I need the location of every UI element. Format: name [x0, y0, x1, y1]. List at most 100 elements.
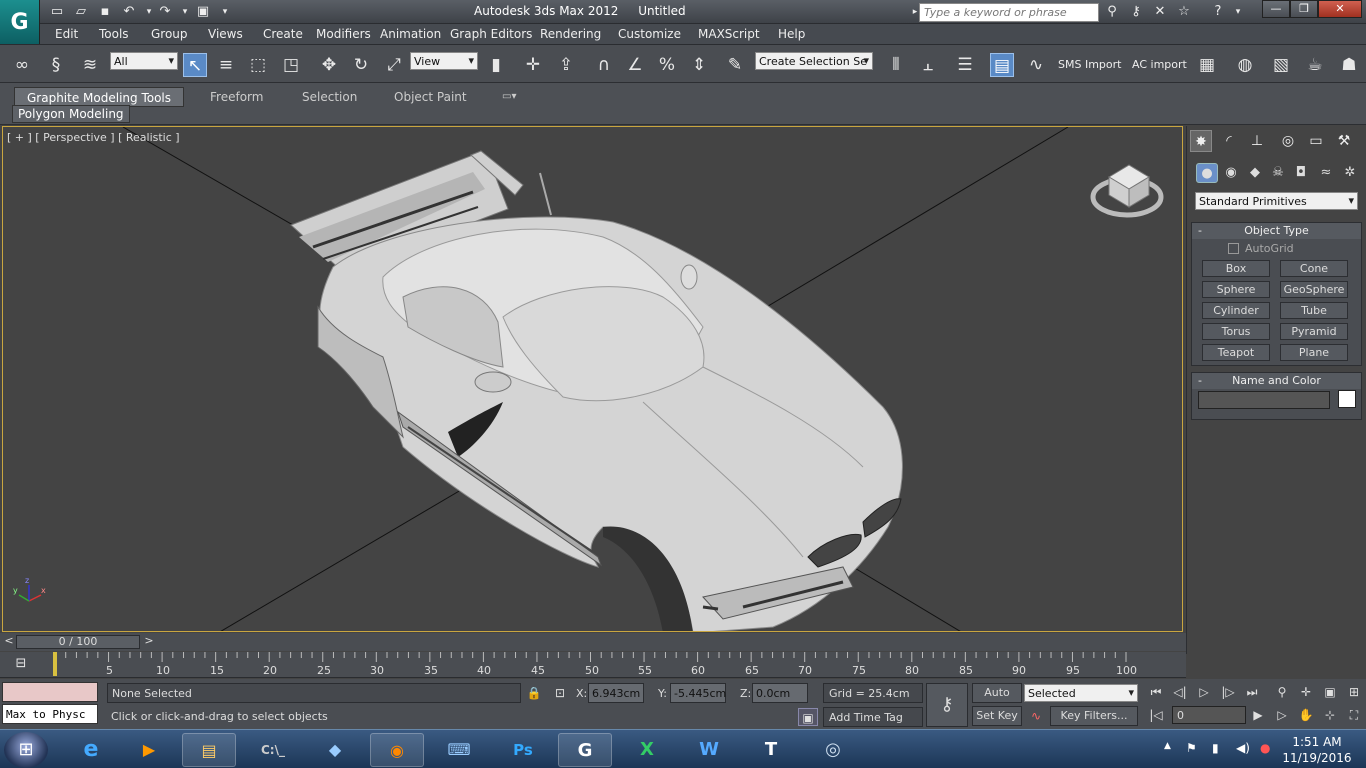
render-iterative-icon[interactable]: ☗	[1337, 53, 1361, 77]
menu-customize[interactable]: Customize	[618, 27, 681, 41]
menu-maxscript[interactable]: MAXScript	[698, 27, 760, 41]
start-button[interactable]: ⊞	[4, 732, 48, 768]
keyboard-app-icon[interactable]: ⌨	[432, 733, 486, 767]
ribbon-options-icon[interactable]: ▭▾	[496, 87, 522, 107]
current-frame-field[interactable]: 0	[1172, 706, 1246, 724]
game-tool-icon[interactable]: ◎	[806, 733, 860, 767]
volume-icon[interactable]: ◀)	[1236, 741, 1250, 755]
set-key-icon[interactable]: ⚷	[926, 683, 968, 727]
power-icon[interactable]: ●	[1260, 741, 1270, 755]
texture-tool-icon[interactable]: T	[744, 733, 798, 767]
modify-tab-icon[interactable]: ◜	[1218, 130, 1240, 152]
redo-icon[interactable]: ↷	[156, 3, 174, 21]
object-type-title[interactable]: Object Type	[1192, 223, 1361, 239]
network-icon[interactable]: ▮	[1212, 741, 1219, 755]
undo-icon[interactable]: ↶	[120, 3, 138, 21]
help-icon[interactable]: ?	[1208, 3, 1228, 21]
viewport-label[interactable]: [ + ] [ Perspective ] [ Realistic ]	[7, 131, 180, 144]
teapot-button[interactable]: Teapot	[1202, 344, 1270, 361]
motion-tab-icon[interactable]: ◎	[1277, 130, 1299, 152]
word-icon[interactable]: W	[682, 733, 736, 767]
perspective-viewport[interactable]: z x y [ + ] [ Perspective ] [ Realistic …	[2, 126, 1183, 632]
unlink-icon[interactable]: §	[44, 53, 68, 77]
render-production-icon[interactable]: ☕	[1303, 53, 1327, 77]
add-time-tag-button[interactable]: Add Time Tag	[823, 707, 923, 727]
sphere-button[interactable]: Sphere	[1202, 281, 1270, 298]
quick-access-dropdown-icon[interactable]: ▾	[216, 3, 234, 21]
tube-button[interactable]: Tube	[1280, 302, 1348, 319]
autogrid-checkbox[interactable]: AutoGrid	[1228, 242, 1294, 255]
maximize-button[interactable]: ❐	[1290, 0, 1318, 18]
new-file-icon[interactable]: ▭	[48, 3, 66, 21]
notepad-icon[interactable]: ◆	[308, 733, 362, 767]
taskbar-clock[interactable]: 1:51 AM 11/19/2016	[1282, 734, 1352, 766]
photoshop-icon[interactable]: Ps	[496, 733, 550, 767]
menu-edit[interactable]: Edit	[55, 27, 78, 41]
shapes-icon[interactable]: ◉	[1220, 163, 1242, 183]
maxscript-listener-output[interactable]	[2, 682, 98, 702]
cylinder-button[interactable]: Cylinder	[1202, 302, 1270, 319]
favorites-icon[interactable]: ☆	[1174, 3, 1194, 21]
selection-lock-icon[interactable]: 🔒	[524, 684, 544, 702]
field-of-view-icon[interactable]: ▷	[1272, 706, 1292, 724]
display-tab-icon[interactable]: ▭	[1305, 130, 1327, 152]
key-tangent-icon[interactable]: ∿	[1026, 707, 1046, 725]
open-file-icon[interactable]: ▱	[72, 3, 90, 21]
percent-snap-icon[interactable]: %	[655, 53, 679, 77]
link-icon[interactable]: ∞	[10, 53, 34, 77]
helpers-icon[interactable]: ◘	[1290, 163, 1312, 183]
key-mode-dropdown[interactable]: Selected	[1024, 684, 1138, 702]
time-slider-prev-icon[interactable]: <	[2, 634, 16, 648]
space-warps-icon[interactable]: ≈	[1315, 163, 1337, 183]
select-scale-icon[interactable]: ⤢	[382, 53, 406, 77]
close-button[interactable]: ✕	[1318, 0, 1362, 18]
orbit-icon[interactable]: ⊹	[1320, 706, 1340, 724]
bind-space-warp-icon[interactable]: ≋	[78, 53, 102, 77]
cameras-icon[interactable]: ☠	[1267, 163, 1289, 183]
snaps-toggle-icon[interactable]: ∩	[592, 53, 616, 77]
graphite-modeling-toggle-icon[interactable]: ▤	[990, 53, 1014, 77]
zoom-icon[interactable]: ⚲	[1272, 683, 1292, 701]
previous-frame-icon[interactable]: ◁|	[1170, 683, 1190, 701]
command-prompt-icon[interactable]: C:\_	[246, 733, 300, 767]
file-explorer-icon[interactable]: ▤	[182, 733, 236, 767]
zoom-extents-icon[interactable]: ▣	[1320, 683, 1340, 701]
x-coord-field[interactable]: 6.943cm	[588, 683, 644, 703]
project-folder-icon[interactable]: ▣	[194, 3, 212, 21]
tray-expand-icon[interactable]: ▲	[1164, 741, 1171, 751]
search-input[interactable]: Type a keyword or phrase	[919, 3, 1099, 22]
app-logo-icon[interactable]: G	[0, 0, 40, 44]
absolute-mode-icon[interactable]: ⊡	[550, 684, 570, 702]
mirror-icon[interactable]: ⫴	[884, 53, 908, 77]
name-and-color-title[interactable]: Name and Color	[1192, 373, 1361, 389]
communication-center-icon[interactable]: ✕	[1150, 3, 1170, 21]
menu-group[interactable]: Group	[151, 27, 188, 41]
redo-dropdown-icon[interactable]: ▾	[176, 3, 194, 21]
reference-coordinate-dropdown[interactable]: View	[410, 52, 478, 70]
time-configuration-icon[interactable]: ▶	[1248, 706, 1268, 724]
minimize-button[interactable]: —	[1262, 0, 1290, 18]
geometry-icon[interactable]: ●	[1196, 163, 1218, 183]
key-mode-toggle-icon[interactable]: |◁	[1146, 706, 1166, 724]
media-player-icon[interactable]: ▶	[122, 733, 176, 767]
zoom-all-icon[interactable]: ✛	[1296, 683, 1316, 701]
systems-icon[interactable]: ✲	[1339, 163, 1361, 183]
save-icon[interactable]: ▪	[96, 3, 114, 21]
hierarchy-tab-icon[interactable]: ⊥	[1246, 130, 1268, 152]
menu-views[interactable]: Views	[208, 27, 243, 41]
select-by-name-icon[interactable]: ≡	[214, 53, 238, 77]
selection-filter-dropdown[interactable]: All	[110, 52, 178, 70]
key-filters-button[interactable]: Key Filters...	[1050, 706, 1138, 726]
maxscript-listener-input[interactable]: Max to Physc	[2, 704, 98, 724]
menu-rendering[interactable]: Rendering	[540, 27, 601, 41]
material-editor-icon[interactable]: ◍	[1233, 53, 1257, 77]
edit-named-selection-icon[interactable]: ✎	[723, 53, 747, 77]
keyboard-shortcut-override-icon[interactable]: ⇪	[554, 53, 578, 77]
help-dropdown-icon[interactable]: ▾	[1228, 3, 1248, 21]
tab-graphite-modeling-tools[interactable]: Graphite Modeling Tools	[14, 87, 185, 107]
polygon-modeling-panel[interactable]: Polygon Modeling	[12, 105, 130, 123]
rectangular-selection-icon[interactable]: ⬚	[246, 53, 270, 77]
menu-create[interactable]: Create	[263, 27, 303, 41]
select-manipulate-icon[interactable]: ✛	[521, 53, 545, 77]
subscription-icon[interactable]: ⚷	[1126, 3, 1146, 21]
